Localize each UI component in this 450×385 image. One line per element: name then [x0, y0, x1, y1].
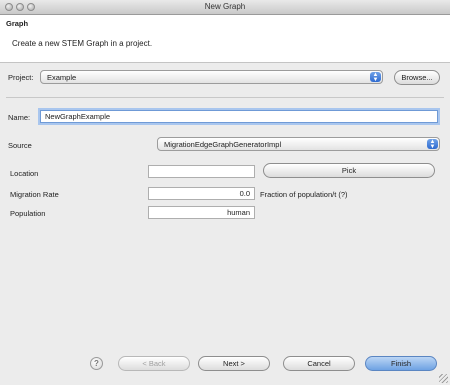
location-label: Location [10, 169, 39, 178]
migration-rate-label: Migration Rate [10, 190, 59, 199]
source-select[interactable]: MigrationEdgeGraphGeneratorImpl ▲ ▼ [157, 137, 440, 151]
wizard-banner: Graph Create a new STEM Graph in a proje… [0, 15, 450, 63]
project-label: Project: [8, 73, 34, 82]
browse-button[interactable]: Browse... [394, 70, 440, 85]
window-title: New Graph [204, 2, 246, 11]
select-arrows-icon: ▲ ▼ [370, 72, 381, 83]
window-title-bar: New Graph [0, 0, 450, 15]
cancel-button[interactable]: Cancel [283, 356, 355, 371]
migration-rate-hint: Fraction of population/t (?) [260, 190, 348, 199]
resize-grip-icon[interactable] [439, 374, 448, 383]
migration-rate-input[interactable] [148, 187, 255, 200]
population-label: Population [10, 209, 46, 218]
location-input[interactable] [148, 165, 255, 178]
population-input[interactable] [148, 206, 255, 219]
pick-button[interactable]: Pick [263, 163, 435, 178]
wizard-heading: Graph [6, 19, 29, 28]
wizard-description: Create a new STEM Graph in a project. [12, 39, 153, 48]
name-label: Name: [8, 113, 31, 122]
source-label: Source [8, 141, 32, 150]
next-button[interactable]: Next > [198, 356, 270, 371]
help-icon[interactable]: ? [90, 357, 103, 370]
separator [6, 97, 444, 98]
project-select[interactable]: Example ▲ ▼ [40, 70, 383, 84]
source-select-value: MigrationEdgeGraphGeneratorImpl [164, 140, 282, 149]
project-select-value: Example [47, 73, 77, 82]
name-input[interactable] [40, 110, 438, 123]
select-arrows-icon: ▲ ▼ [427, 139, 438, 150]
back-button[interactable]: < Back [118, 356, 190, 371]
finish-button[interactable]: Finish [365, 356, 437, 371]
